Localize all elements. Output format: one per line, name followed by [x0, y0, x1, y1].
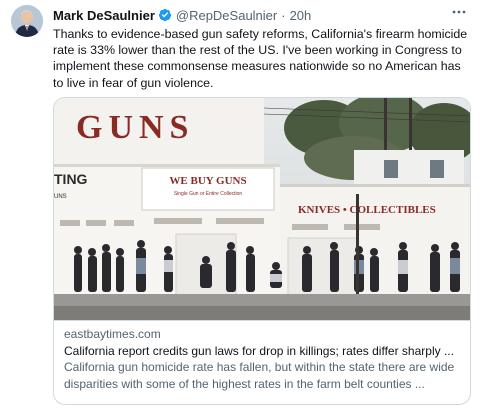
- card-meta: eastbaytimes.com California report credi…: [64, 326, 464, 392]
- card-description: California gun homicide rate has fallen,…: [64, 360, 455, 391]
- link-card[interactable]: GUNS WE BUY GUNS Single Gun or Entire Co…: [53, 97, 471, 405]
- sign-side-1: TING: [54, 171, 88, 187]
- sign-we-buy-sub: Single Gun or Entire Collection: [174, 191, 243, 197]
- more-horizontal-icon[interactable]: [450, 3, 468, 21]
- card-divider: [54, 320, 470, 321]
- author-handle[interactable]: @RepDeSaulnier: [176, 8, 277, 23]
- sign-we-buy-guns: WE BUY GUNS: [169, 175, 246, 187]
- sign-guns: GUNS: [76, 109, 194, 146]
- tweet-text: Thanks to evidence-based gun safety refo…: [53, 27, 468, 90]
- author-name[interactable]: Mark DeSaulnier: [53, 8, 155, 23]
- sign-side-2: UNS: [54, 194, 67, 200]
- tweet[interactable]: Mark DeSaulnier @RepDeSaulnier · 20h Tha…: [0, 0, 480, 411]
- verified-badge-icon: [158, 8, 172, 22]
- separator-dot: ·: [281, 7, 286, 23]
- sign-knives: KNIVES • COLLECTIBLES: [298, 204, 436, 216]
- card-domain: eastbaytimes.com: [64, 327, 161, 341]
- avatar[interactable]: [11, 5, 43, 37]
- card-photo: GUNS WE BUY GUNS Single Gun or Entire Co…: [54, 98, 470, 320]
- tweet-timestamp[interactable]: 20h: [290, 8, 312, 23]
- tweet-header: Mark DeSaulnier @RepDeSaulnier · 20h: [53, 6, 311, 24]
- card-title: California report credits gun laws for d…: [64, 343, 454, 358]
